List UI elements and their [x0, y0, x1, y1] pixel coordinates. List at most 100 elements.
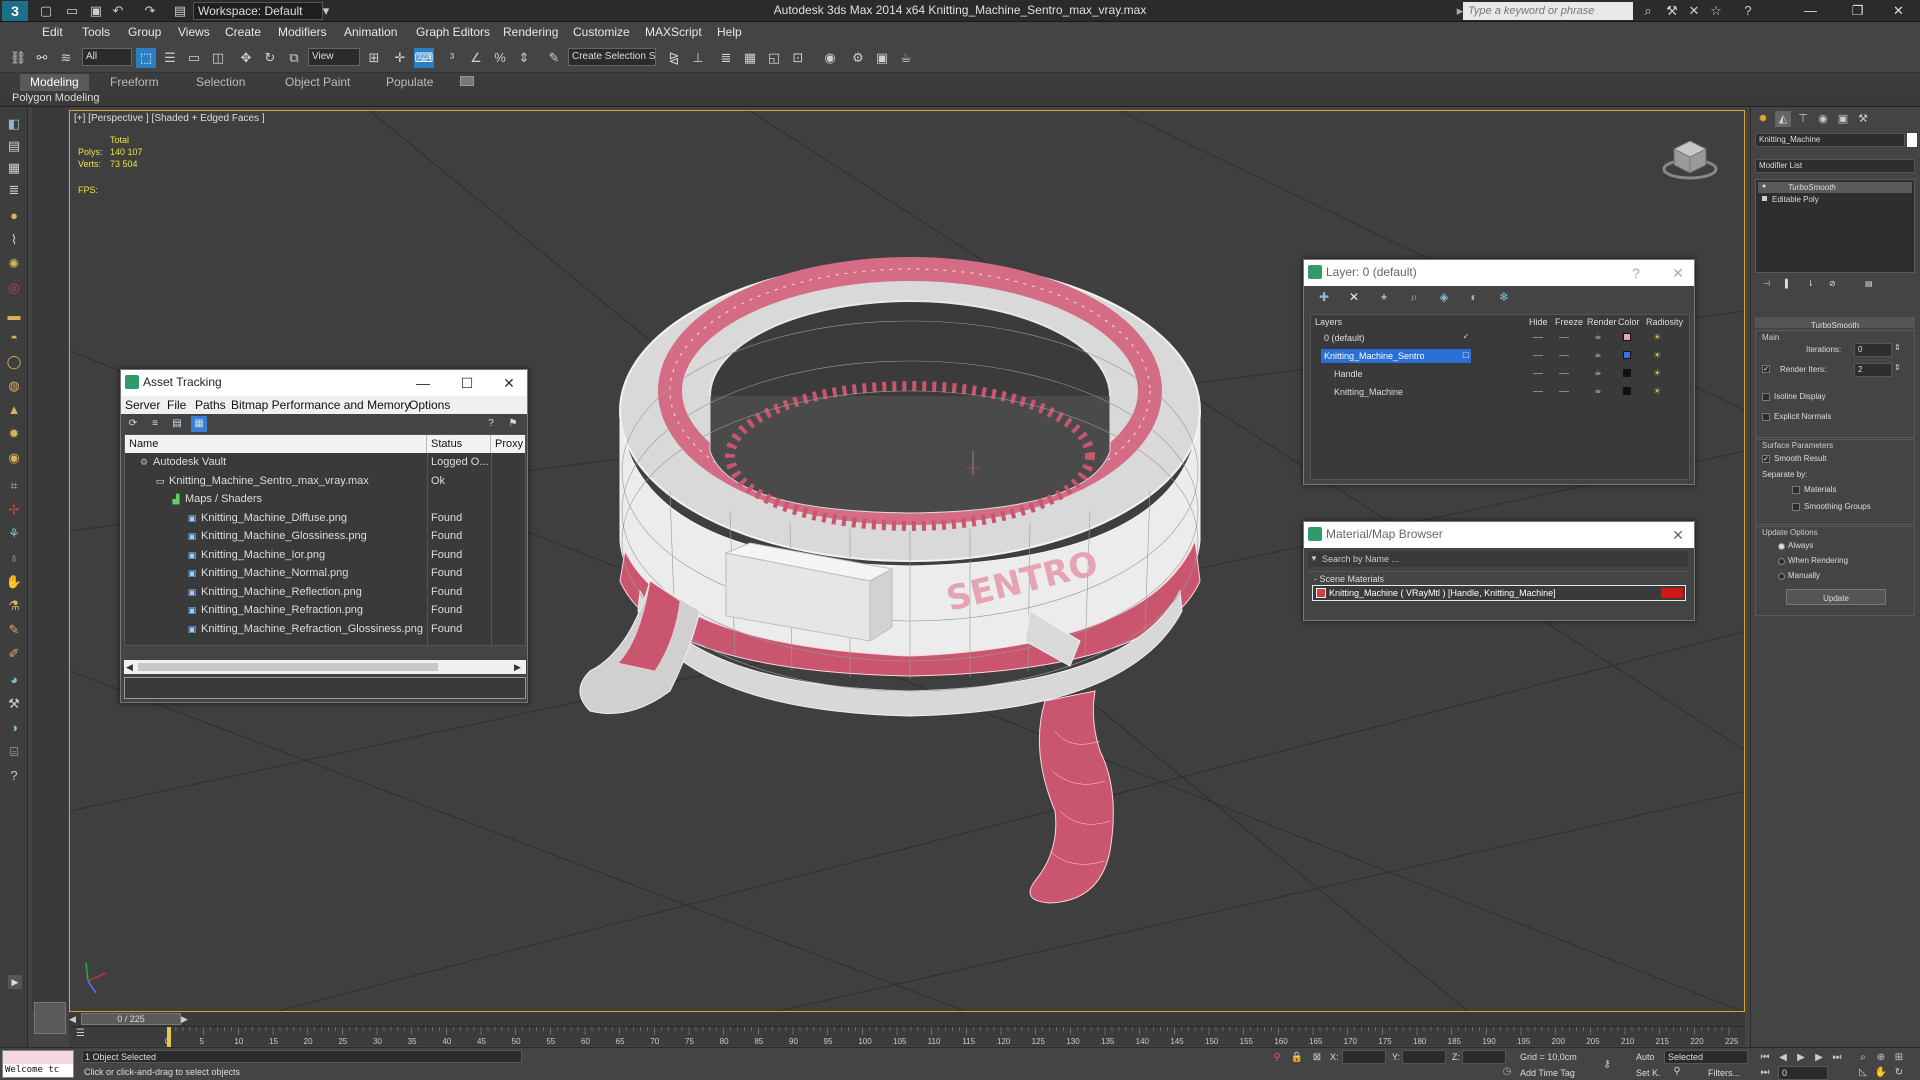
- layer-color-swatch[interactable]: [1623, 351, 1631, 359]
- orbit-icon[interactable]: ↻: [1892, 1066, 1906, 1080]
- asset-menu-file[interactable]: File: [167, 398, 186, 412]
- globe-icon[interactable]: ◕: [5, 671, 23, 689]
- table-view-icon[interactable]: ▤: [169, 416, 185, 432]
- grid-icon[interactable]: ▦: [5, 159, 23, 177]
- menu-group[interactable]: Group: [128, 25, 161, 39]
- cameras-icon[interactable]: ◎: [5, 279, 23, 297]
- time-next-icon[interactable]: ▶: [181, 1013, 191, 1025]
- column-header-name[interactable]: Name: [125, 435, 427, 453]
- scale-icon[interactable]: ⧉: [284, 48, 304, 68]
- layer-color-swatch[interactable]: [1623, 369, 1631, 377]
- layer-row[interactable]: 0 (default) ✓ ☕ ☀: [1311, 329, 1689, 347]
- show-end-result-icon[interactable]: ▌: [1785, 279, 1791, 288]
- separate-smoothing-groups-checkbox[interactable]: [1792, 503, 1800, 511]
- select-link-icon[interactable]: ⛓: [8, 48, 28, 68]
- rotate-icon[interactable]: ↻: [260, 48, 280, 68]
- list-view-icon[interactable]: ≡: [147, 416, 163, 432]
- render-teapot-icon[interactable]: ☕: [1593, 350, 1603, 360]
- selection-filter-select[interactable]: All: [82, 48, 132, 66]
- shapes-icon[interactable]: ⌇: [5, 231, 23, 249]
- separate-materials-checkbox[interactable]: [1792, 486, 1800, 494]
- bind-space-warp-icon[interactable]: ≋: [56, 48, 76, 68]
- menu-edit[interactable]: Edit: [42, 25, 63, 39]
- asset-row[interactable]: ▭ Knitting_Machine_Sentro_max_vray.max Ok: [125, 472, 525, 490]
- asset-row[interactable]: ▣ Knitting_Machine_Refraction_Glossiness.…: [125, 620, 525, 638]
- column-header-status[interactable]: Status: [427, 435, 491, 453]
- bones-icon[interactable]: ♁: [5, 549, 23, 567]
- scene-explorer-icon[interactable]: ◧: [5, 115, 23, 133]
- key-mode-icon[interactable]: ⏭: [1758, 1066, 1772, 1080]
- layer-color-swatch[interactable]: [1623, 387, 1631, 395]
- explicit-normals-checkbox[interactable]: [1762, 413, 1770, 421]
- select-in-layer-icon[interactable]: ⌕: [1406, 289, 1422, 305]
- unlink-icon[interactable]: ⚯: [32, 48, 52, 68]
- update-always-radio[interactable]: [1778, 543, 1785, 550]
- layer-toggle-dash[interactable]: [1533, 391, 1543, 392]
- asset-menu-options[interactable]: Options: [409, 398, 450, 412]
- key-filter-select[interactable]: Selected: [1664, 1050, 1748, 1064]
- radiosity-icon[interactable]: ☀: [1653, 350, 1665, 360]
- select-object-icon[interactable]: ⬚: [136, 48, 156, 68]
- object-color-swatch[interactable]: [1907, 133, 1917, 147]
- window-crossing-icon[interactable]: ◫: [208, 48, 228, 68]
- current-layer-checkbox[interactable]: ✓: [1461, 332, 1471, 342]
- cone-icon[interactable]: ▲: [5, 401, 23, 419]
- zoom-all-icon[interactable]: ⊕: [1874, 1051, 1888, 1065]
- current-layer-checkbox[interactable]: ▢: [1461, 350, 1471, 360]
- asset-row[interactable]: ▣ Knitting_Machine_Diffuse.png Found: [125, 509, 525, 527]
- wand-icon[interactable]: ⚗: [5, 597, 23, 615]
- delete-layer-icon[interactable]: ✕: [1346, 289, 1362, 305]
- update-when-rendering-radio[interactable]: [1778, 558, 1785, 565]
- maximize-button[interactable]: ❐: [1835, 0, 1880, 22]
- rectangular-selection-icon[interactable]: ▭: [184, 48, 204, 68]
- project-folder-icon[interactable]: ▤: [172, 3, 188, 19]
- time-slider[interactable]: ◀ 0 / 225 ▶: [69, 1012, 1745, 1026]
- utilities-tab-icon[interactable]: ⚒: [1855, 111, 1871, 127]
- open-file-icon[interactable]: ▭: [64, 3, 80, 19]
- layer-toggle-dash[interactable]: [1533, 355, 1543, 356]
- iterations-spinner[interactable]: 0: [1854, 343, 1892, 357]
- asset-menu-paths[interactable]: Paths: [195, 398, 226, 412]
- list-icon[interactable]: ≣: [5, 181, 23, 199]
- asset-close-button[interactable]: ✕: [499, 373, 519, 393]
- menu-graph-editors[interactable]: Graph Editors: [416, 25, 490, 39]
- menu-tools[interactable]: Tools: [82, 25, 110, 39]
- undo-icon[interactable]: ↶: [110, 3, 126, 19]
- layer-color-swatch[interactable]: [1623, 333, 1631, 341]
- absolute-mode-icon[interactable]: ⊠: [1310, 1051, 1324, 1065]
- lights-icon[interactable]: ✺: [5, 255, 23, 273]
- communication-icon[interactable]: ✕: [1686, 3, 1702, 19]
- mirror-icon[interactable]: ⧎: [664, 48, 684, 68]
- timeline-track[interactable]: 0510152025303540455055606570758085909510…: [69, 1026, 1745, 1047]
- maxscript-listener[interactable]: Welcome tc: [2, 1050, 74, 1078]
- time-cursor[interactable]: [167, 1027, 171, 1047]
- close-window-button[interactable]: ✕: [1876, 0, 1920, 22]
- tab-object-paint[interactable]: Object Paint: [275, 74, 360, 91]
- asset-menu-bitmap-performance[interactable]: Bitmap Performance and Memory: [231, 398, 410, 412]
- refresh-icon[interactable]: ⟳: [125, 416, 141, 432]
- pin-stack-icon[interactable]: ⊣: [1763, 279, 1770, 288]
- material-editor-icon[interactable]: ◉: [820, 48, 840, 68]
- tab-modeling[interactable]: Modeling: [20, 74, 89, 91]
- select-by-name-icon[interactable]: ☰: [160, 48, 180, 68]
- minimize-button[interactable]: —: [1788, 0, 1833, 22]
- layer-manager-dialog[interactable]: Layer: 0 (default) ? ✕ ✚ ✕ + ⌕ ◈ ◐ ❄ Lay…: [1303, 259, 1695, 485]
- ribbon-toggle-icon[interactable]: [460, 76, 474, 86]
- layer-name[interactable]: Knitting_Machine_Sentro: [1321, 349, 1471, 363]
- scrollbar-thumb[interactable]: [138, 663, 438, 671]
- systems-icon[interactable]: ⚘: [5, 525, 23, 543]
- asset-minimize-button[interactable]: —: [413, 373, 433, 393]
- menu-maxscript[interactable]: MAXScript: [645, 25, 702, 39]
- menu-animation[interactable]: Animation: [344, 25, 397, 39]
- set-key-icon[interactable]: ⚲: [1670, 1065, 1684, 1079]
- frame-counter[interactable]: 0 / 225: [81, 1013, 181, 1025]
- spinner-snap-icon[interactable]: ⇕: [514, 48, 534, 68]
- add-time-tag[interactable]: Add Time Tag: [1520, 1068, 1575, 1078]
- make-unique-icon[interactable]: ⇂: [1807, 279, 1814, 288]
- material-browser-titlebar[interactable]: Material/Map Browser ✕: [1304, 522, 1694, 548]
- modifier-stack-item-turbosmooth[interactable]: ● TurboSmooth: [1758, 182, 1912, 193]
- viewcube-icon[interactable]: [1660, 131, 1720, 181]
- save-icon[interactable]: ▣: [88, 3, 104, 19]
- sun-icon[interactable]: ✹: [5, 425, 23, 443]
- layer-row[interactable]: Handle ☕ ☀: [1311, 365, 1689, 383]
